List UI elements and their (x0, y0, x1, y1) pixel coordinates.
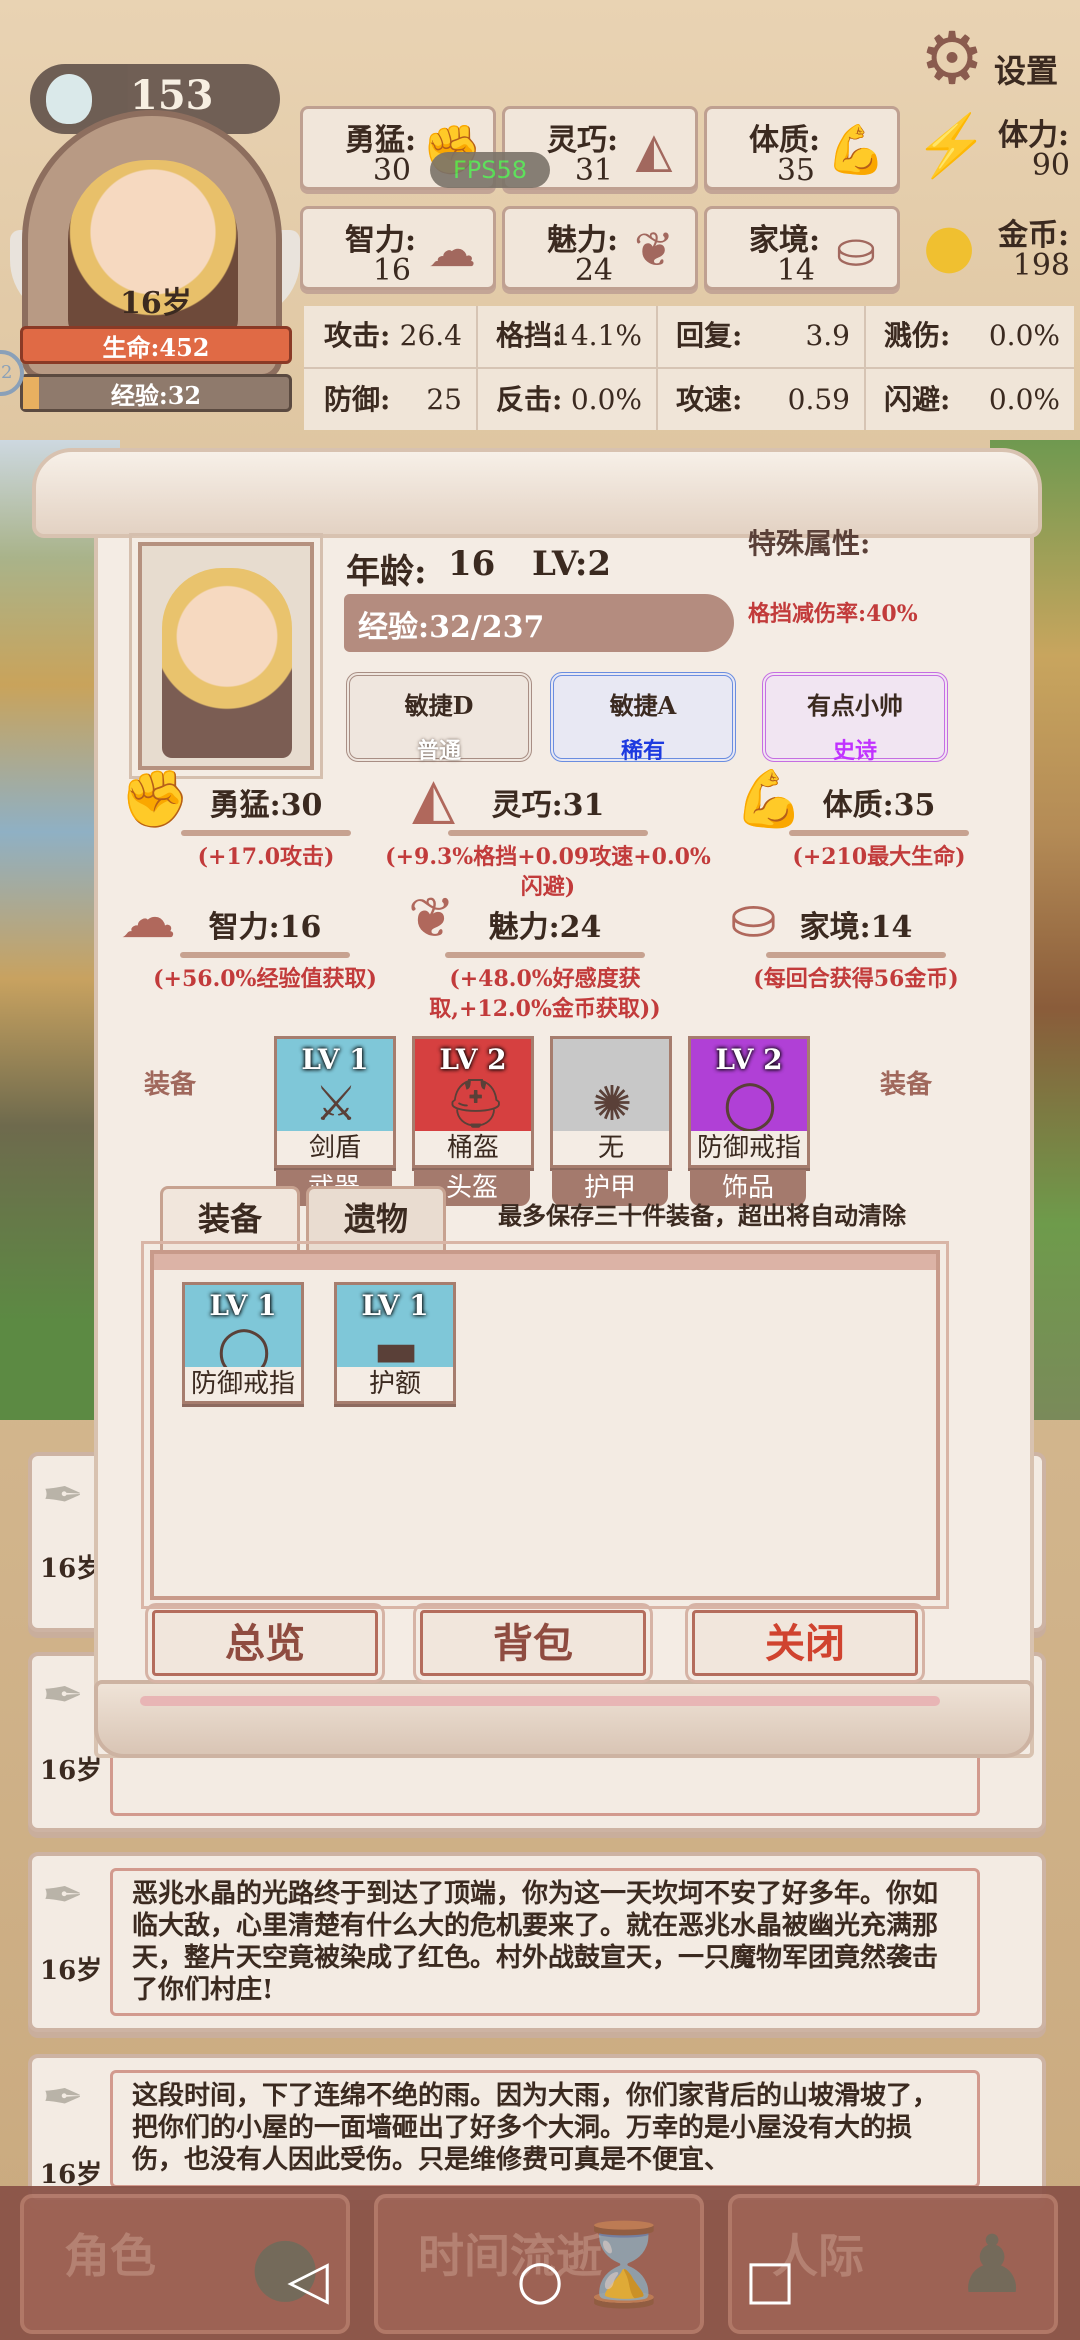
settings-button[interactable]: ⚙ 设置 (914, 20, 1074, 100)
avatar-age: 16岁 (120, 286, 192, 321)
inventory-item[interactable]: LV 1 ▬ 护额 (334, 1282, 456, 1404)
attr-family[interactable]: 家境: 14 ⛀ (704, 206, 900, 290)
fps-counter: FPS58 (430, 152, 550, 188)
helmet-icon: ⛑ (445, 1076, 506, 1132)
exp-bar-fill (23, 377, 39, 409)
equip-slot-weapon[interactable]: LV 1 ⚔ 剑盾 (274, 1036, 396, 1168)
feather-icon: ✒ (42, 2068, 84, 2126)
dialog-exp-bar: 经验:32/237 (344, 594, 734, 652)
spirit-icon (46, 74, 92, 124)
tab-relics[interactable]: 遗物 (306, 1186, 446, 1250)
home-icon[interactable]: ○ (500, 2250, 580, 2310)
portrait-face (162, 568, 292, 758)
inventory-notice: 最多保存三十件装备，超出将自动清除 (498, 1201, 906, 1230)
lightning-icon: ⚡ (914, 111, 989, 181)
coin-stack-icon: ⛀ (835, 222, 877, 278)
gear-icon: ⚙ (919, 16, 985, 100)
ring-icon: ◯ (723, 1076, 777, 1132)
bag-button[interactable]: 背包 (413, 1603, 653, 1683)
stat-block: 格挡: 14.1% (496, 319, 642, 352)
recents-icon[interactable]: □ (730, 2250, 810, 2310)
equip-label-left: 装备 (144, 1070, 197, 1100)
detail-charm: 魅力:24 (+48.0%好感度获取,+12.0%金币获取)) (429, 910, 661, 1022)
brain-icon: ☁ (428, 222, 476, 278)
attr-intelligence[interactable]: 智力: 16 ☁ (300, 206, 496, 290)
close-button[interactable]: 关闭 (685, 1603, 925, 1683)
log-card: ✒ 16岁 这段时间，下了连绵不绝的雨。因为大雨，你们家背后的山坡滑坡了，把你们… (28, 2054, 1046, 2204)
stat-attack-speed: 攻速: 0.59 (676, 383, 850, 416)
log-card: ✒ 16岁 恶兆水晶的光路终于到达了顶端，你为这一天坎坷不安了好多年。你如临大敌… (28, 1852, 1046, 2032)
equip-label-right: 装备 (880, 1070, 933, 1100)
inventory-item[interactable]: LV 1 ◯ 防御戒指 (182, 1282, 304, 1404)
exp-bar: 经验:32 (20, 374, 292, 412)
stat-regen: 回复: 3.9 (676, 319, 850, 352)
age-value: 16 (448, 544, 496, 584)
trait-card[interactable]: 敏捷A 稀有 (550, 672, 736, 764)
empty-slot-icon: ✺ (591, 1076, 633, 1132)
stat-attack: 攻击: 26.4 (324, 319, 462, 352)
gold-coin-icon: ● (922, 211, 976, 281)
stat-counter: 反击: 0.0% (496, 383, 642, 416)
tab-equipment[interactable]: 装备 (160, 1186, 300, 1250)
dialog-ornament (140, 1696, 940, 1706)
detail-courage: 勇猛:30 (+17.0攻击) (176, 780, 356, 872)
special-attr-title: 特殊属性: (748, 527, 871, 560)
stat-dodge: 闪避: 0.0% (884, 383, 1060, 416)
detail-family: 家境:14 (每回合获得56金币) (753, 910, 959, 992)
back-icon[interactable]: ◁ (268, 2250, 348, 2310)
log-text: 恶兆水晶的光路终于到达了顶端，你为这一天坎坷不安了好多年。你如临大敌，心里清楚有… (132, 1879, 939, 2005)
hp-bar: 生命:452 (20, 326, 292, 364)
feather-icon: ✒ (42, 1866, 84, 1924)
scroll-curl (32, 448, 1042, 538)
character-portrait (129, 533, 323, 779)
stat-splash: 溅伤: 0.0% (884, 319, 1060, 352)
stat-defense: 防御: 25 (324, 383, 462, 416)
special-attr-value: 格挡减伤率:40% (748, 601, 918, 627)
combat-stats: 攻击: 26.4 格挡: 14.1% 回复: 3.9 溅伤: 0.0% 防御: 25 反击… (304, 306, 1074, 430)
hourglass-icon: ⌛ (574, 2218, 674, 2311)
detail-intelligence: 智力:16 (+56.0%经验值获取) (153, 910, 377, 992)
trait-card[interactable]: 敏捷D 普通 (346, 672, 532, 764)
equip-slot-armor[interactable]: ✺ 无 (550, 1036, 672, 1168)
equip-slot-helmet[interactable]: LV 2 ⛑ 桶盔 (412, 1036, 534, 1168)
scroll-bottom (94, 1680, 1034, 1758)
gold: ● 金币: 198 (914, 206, 1076, 290)
inventory-tabs: 装备 遗物 (160, 1186, 450, 1250)
attr-charm[interactable]: 魅力: 24 ❦ (502, 206, 698, 290)
level-label: LV:2 (532, 544, 612, 584)
equip-slot-accessory[interactable]: LV 2 ◯ 防御戒指 (688, 1036, 810, 1168)
stamina: ⚡ 体力: 90 (914, 106, 1076, 190)
overview-button[interactable]: 总览 (145, 1603, 385, 1683)
detail-agility: 灵巧:31 (+9.3%格挡+0.09攻速+0.0%闪避) (385, 788, 711, 900)
sword-shield-icon: ⚔ (314, 1076, 358, 1132)
people-icon: ♟ (956, 2218, 1028, 2311)
top-hud: 153 16岁 生命:452 经验:32 22 勇猛:30✊ 灵巧:31◭ 体质… (0, 0, 1080, 440)
attr-constitution[interactable]: 体质: 35 💪 (704, 106, 900, 190)
log-text: 这段时间，下了连绵不绝的雨。因为大雨，你们家背后的山坡滑坡了，把你们的小屋的一面… (132, 2081, 939, 2175)
age-label: 年龄: (346, 552, 427, 592)
detail-constitution: 体质:35 (+210最大生命) (754, 780, 1004, 872)
muscle-icon: 💪 (826, 122, 886, 178)
log-age: 16岁 (40, 1956, 103, 1986)
cloak-icon: ◭ (635, 122, 673, 178)
trait-card[interactable]: 有点小帅 史诗 (762, 672, 948, 764)
flower-icon: ❦ (633, 222, 675, 278)
